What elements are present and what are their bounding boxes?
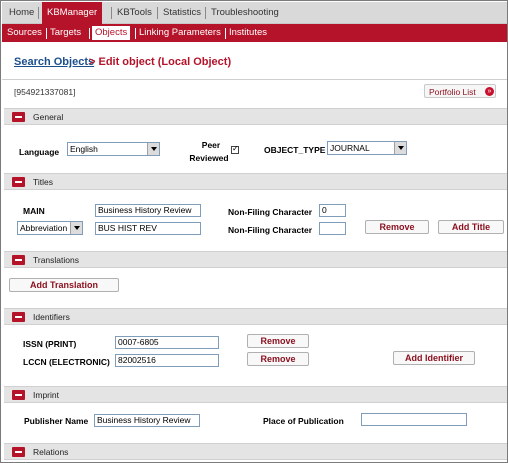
subnav-divider xyxy=(225,28,226,39)
language-label: Language xyxy=(19,147,60,157)
collapse-icon[interactable] xyxy=(12,255,25,265)
page-header: Search Objects > Edit object (Local Obje… xyxy=(2,42,507,80)
section-title: Identifiers xyxy=(33,312,70,322)
add-identifier-button[interactable]: Add Identifier xyxy=(393,351,475,365)
section-title: Relations xyxy=(33,447,69,457)
issn-input[interactable]: 0007-6805 xyxy=(115,336,219,349)
lccn-label: LCCN (ELECTRONIC) xyxy=(23,357,110,367)
section-title: Titles xyxy=(33,177,53,187)
section-titles-header[interactable]: Titles xyxy=(4,173,507,190)
collapse-icon[interactable] xyxy=(12,312,25,322)
nav-divider xyxy=(38,7,39,19)
tab-home[interactable]: Home xyxy=(4,2,39,24)
publisher-label: Publisher Name xyxy=(24,416,89,426)
main-title-label: MAIN xyxy=(23,206,45,216)
object-type-label: OBJECT_TYPE xyxy=(264,145,326,155)
section-imprint-header[interactable]: Imprint xyxy=(4,386,507,403)
section-title: Imprint xyxy=(33,390,59,400)
tab-troubleshooting[interactable]: Troubleshooting xyxy=(206,2,284,24)
section-identifiers-header[interactable]: Identifiers xyxy=(4,308,507,325)
section-general-header[interactable]: General xyxy=(4,108,507,125)
abbreviation-title-input[interactable]: BUS HIST REV xyxy=(95,222,201,235)
title-type-value: Abbreviation xyxy=(20,223,68,233)
sub-nav: Sources Targets Objects Linking Paramete… xyxy=(2,24,507,42)
remove-identifier-button[interactable]: Remove xyxy=(247,334,309,348)
object-type-value: JOURNAL xyxy=(330,143,370,153)
tab-statistics[interactable]: Statistics xyxy=(158,2,206,24)
subnav-divider xyxy=(46,28,47,39)
tab-kbtools[interactable]: KBTools xyxy=(112,2,157,24)
subnav-divider xyxy=(89,28,90,39)
section-translations-header[interactable]: Translations xyxy=(4,251,507,268)
language-select[interactable]: English xyxy=(67,142,160,156)
publisher-input[interactable]: Business History Review xyxy=(94,414,200,427)
top-nav: Home KBManager KBTools Statistics Troubl… xyxy=(2,2,507,24)
page-frame: Home KBManager KBTools Statistics Troubl… xyxy=(0,0,508,463)
subnav-sources[interactable]: Sources xyxy=(5,24,44,42)
nonfiling-abbr-input[interactable] xyxy=(319,222,346,235)
page-title: > Edit object (Local Object) xyxy=(89,56,232,68)
title-type-select[interactable]: Abbreviation xyxy=(17,221,83,235)
nonfiling-label: Non-Filing Character xyxy=(228,225,313,235)
remove-title-button[interactable]: Remove xyxy=(365,220,429,234)
collapse-icon[interactable] xyxy=(12,112,25,122)
peer-label-line2: Reviewed xyxy=(189,153,229,163)
place-input[interactable] xyxy=(361,413,467,426)
nonfiling-main-input[interactable]: 0 xyxy=(319,204,346,217)
lccn-input[interactable]: 82002516 xyxy=(115,354,219,367)
chevron-down-icon xyxy=(147,143,159,155)
peer-label-line1: Peer xyxy=(201,140,221,150)
subnav-objects[interactable]: Objects xyxy=(91,25,132,41)
language-value: English xyxy=(70,144,98,154)
breadcrumb-search-objects[interactable]: Search Objects xyxy=(14,56,94,68)
arrow-circle-icon: » xyxy=(485,87,494,96)
subnav-linking-parameters[interactable]: Linking Parameters xyxy=(137,24,223,42)
object-type-select[interactable]: JOURNAL xyxy=(327,141,407,155)
section-title: General xyxy=(33,112,64,122)
collapse-icon[interactable] xyxy=(12,390,25,400)
nonfiling-label: Non-Filing Character xyxy=(228,207,313,217)
object-id: [954921337081] xyxy=(14,87,76,97)
portfolio-list-button[interactable]: Portfolio List » xyxy=(424,84,496,98)
peer-reviewed-checkbox[interactable] xyxy=(231,144,239,154)
subnav-institutes[interactable]: Institutes xyxy=(227,24,269,42)
place-label: Place of Publication xyxy=(263,416,344,426)
section-relations-header[interactable]: Relations xyxy=(4,443,507,460)
add-translation-button[interactable]: Add Translation xyxy=(9,278,119,292)
subnav-targets[interactable]: Targets xyxy=(48,24,83,42)
chevron-down-icon xyxy=(394,142,406,154)
remove-identifier-button[interactable]: Remove xyxy=(247,352,309,366)
issn-label: ISSN (PRINT) xyxy=(23,339,77,349)
chevron-down-icon xyxy=(70,222,82,234)
portfolio-list-label: Portfolio List xyxy=(429,87,476,97)
section-title: Translations xyxy=(33,255,79,265)
collapse-icon[interactable] xyxy=(12,177,25,187)
tab-kbmanager[interactable]: KBManager xyxy=(42,2,103,24)
subnav-divider xyxy=(135,28,136,39)
main-title-input[interactable]: Business History Review xyxy=(95,204,201,217)
add-title-button[interactable]: Add Title xyxy=(438,220,504,234)
collapse-icon[interactable] xyxy=(12,447,25,457)
